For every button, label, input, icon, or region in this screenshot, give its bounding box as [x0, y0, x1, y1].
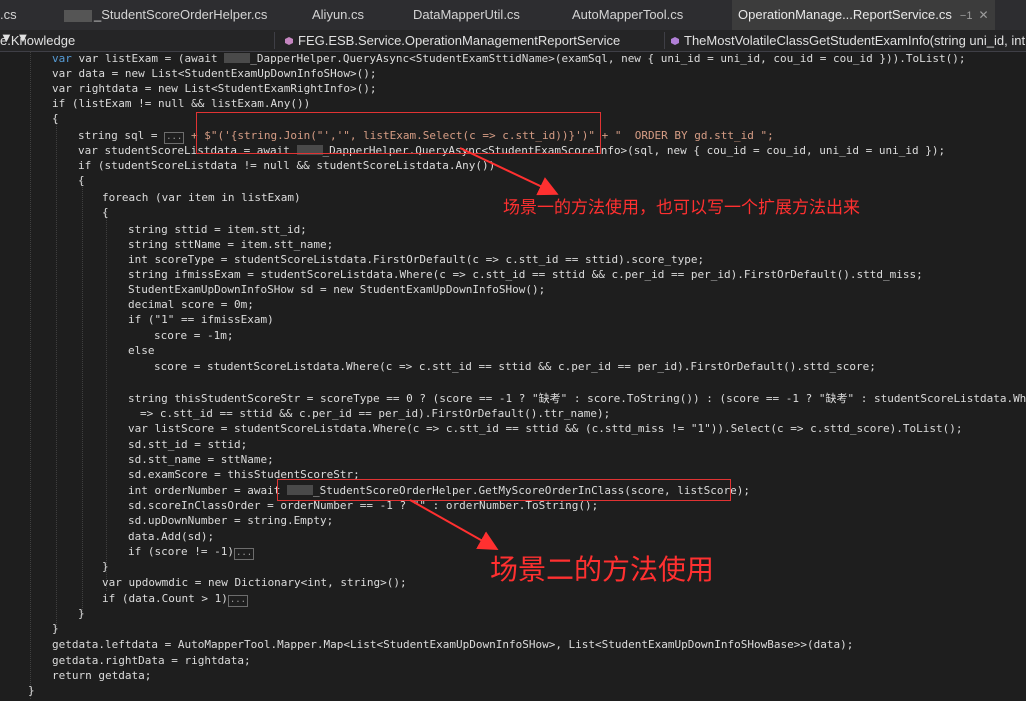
divider: [664, 32, 665, 49]
project-dropdown[interactable]: e.Knowledge: [0, 30, 75, 51]
member-dropdown[interactable]: TheMostVolatileClassGetStudentExamInfo(s…: [666, 30, 1025, 51]
tab-student-score-order-helper[interactable]: _StudentScoreOrderHelper.cs: [64, 0, 267, 30]
code-line: sd.stt_name = sttName;: [128, 453, 274, 466]
divider: [274, 32, 275, 49]
highlight-box-scene2: [277, 479, 731, 501]
code-line: sd.upDownNumber = string.Empty;: [128, 514, 334, 527]
code-line: {: [102, 206, 109, 219]
blurred-text: [224, 53, 251, 63]
navigation-bar: e.Knowledge ▼ FEG.ESB.Service.OperationM…: [0, 30, 1026, 52]
collapsed-region[interactable]: ...: [227, 595, 249, 607]
code-line: if (studentScoreListdata != null && stud…: [78, 159, 496, 172]
indent-guide: [56, 119, 57, 631]
code-line: string sttName = item.stt_name;: [128, 238, 334, 251]
indent-guide: [82, 181, 83, 616]
code-line: string thisStudentScoreStr = scoreType =…: [128, 392, 1026, 405]
code-line: }: [102, 560, 109, 573]
code-line: if ("1" == ifmissExam): [128, 313, 274, 326]
code-line: var data = new List<StudentExamUpDownInf…: [52, 67, 377, 80]
tab-data-mapper-util[interactable]: DataMapperUtil.cs: [413, 0, 520, 30]
pin-icon[interactable]: −1: [960, 10, 973, 22]
code-line: sd.stt_id = sttid;: [128, 438, 248, 451]
tab-aliyun[interactable]: Aliyun.cs: [312, 0, 364, 30]
code-line: foreach (var item in listExam): [102, 191, 301, 204]
code-line: score = -1m;: [154, 329, 234, 342]
code-line: decimal score = 0m;: [128, 298, 254, 311]
code-line: data.Add(sd);: [128, 530, 215, 543]
code-line: string ifmissExam = studentScoreListdata…: [128, 268, 923, 281]
indent-guide: [30, 51, 31, 699]
code-line: }: [78, 607, 85, 620]
code-line: else: [128, 344, 155, 357]
code-line: return getdata;: [52, 669, 152, 682]
code-line: string sttid = item.stt_id;: [128, 223, 307, 236]
method-icon: [671, 37, 679, 45]
code-line: getdata.leftdata = AutoMapperTool.Mapper…: [52, 638, 854, 651]
tab-file-1[interactable]: .cs: [0, 0, 17, 30]
code-line: }: [28, 684, 35, 697]
annotation-scene2: 场景二的方法使用: [490, 553, 715, 586]
close-icon[interactable]: ✕: [978, 8, 988, 22]
annotation-scene1: 场景一的方法使用，也可以写一个扩展方法出来: [503, 198, 860, 218]
blurred-prefix: [64, 9, 92, 22]
class-dropdown[interactable]: FEG.ESB.Service.OperationManagementRepor…: [280, 30, 620, 51]
code-line: {: [52, 112, 59, 125]
code-line: }: [52, 622, 59, 635]
code-line: getdata.rightData = rightdata;: [52, 654, 251, 667]
code-line: StudentExamUpDownInfoSHow sd = new Stude…: [128, 283, 546, 296]
highlight-box-scene1: [196, 112, 601, 154]
code-line: score = studentScoreListdata.Where(c => …: [154, 360, 876, 373]
tab-auto-mapper-tool[interactable]: AutoMapperTool.cs: [572, 0, 683, 30]
tab-bar: .cs _StudentScoreOrderHelper.cs Aliyun.c…: [0, 0, 1026, 30]
indent-guide: [106, 211, 107, 591]
code-line: => c.stt_id == sttid && c.per_id == per_…: [140, 407, 611, 420]
class-icon: [285, 37, 293, 45]
code-line: var var listExam = (await _DapperHelper.…: [52, 52, 966, 65]
code-line: var rightdata = new List<StudentExamRigh…: [52, 82, 377, 95]
code-line: if (score != -1)...: [128, 545, 255, 560]
code-line: if (data.Count > 1)...: [102, 592, 249, 607]
code-line: int scoreType = studentScoreListdata.Fir…: [128, 253, 705, 266]
code-line: if (listExam != null && listExam.Any()): [52, 97, 311, 110]
code-line: {: [78, 174, 85, 187]
tab-operation-management-report-service[interactable]: OperationManage...ReportService.cs −1 ✕: [732, 0, 995, 30]
collapsed-region[interactable]: ...: [233, 548, 255, 560]
code-line: var updowmdic = new Dictionary<int, stri…: [102, 576, 407, 589]
code-line: var listScore = studentScoreListdata.Whe…: [128, 422, 963, 435]
